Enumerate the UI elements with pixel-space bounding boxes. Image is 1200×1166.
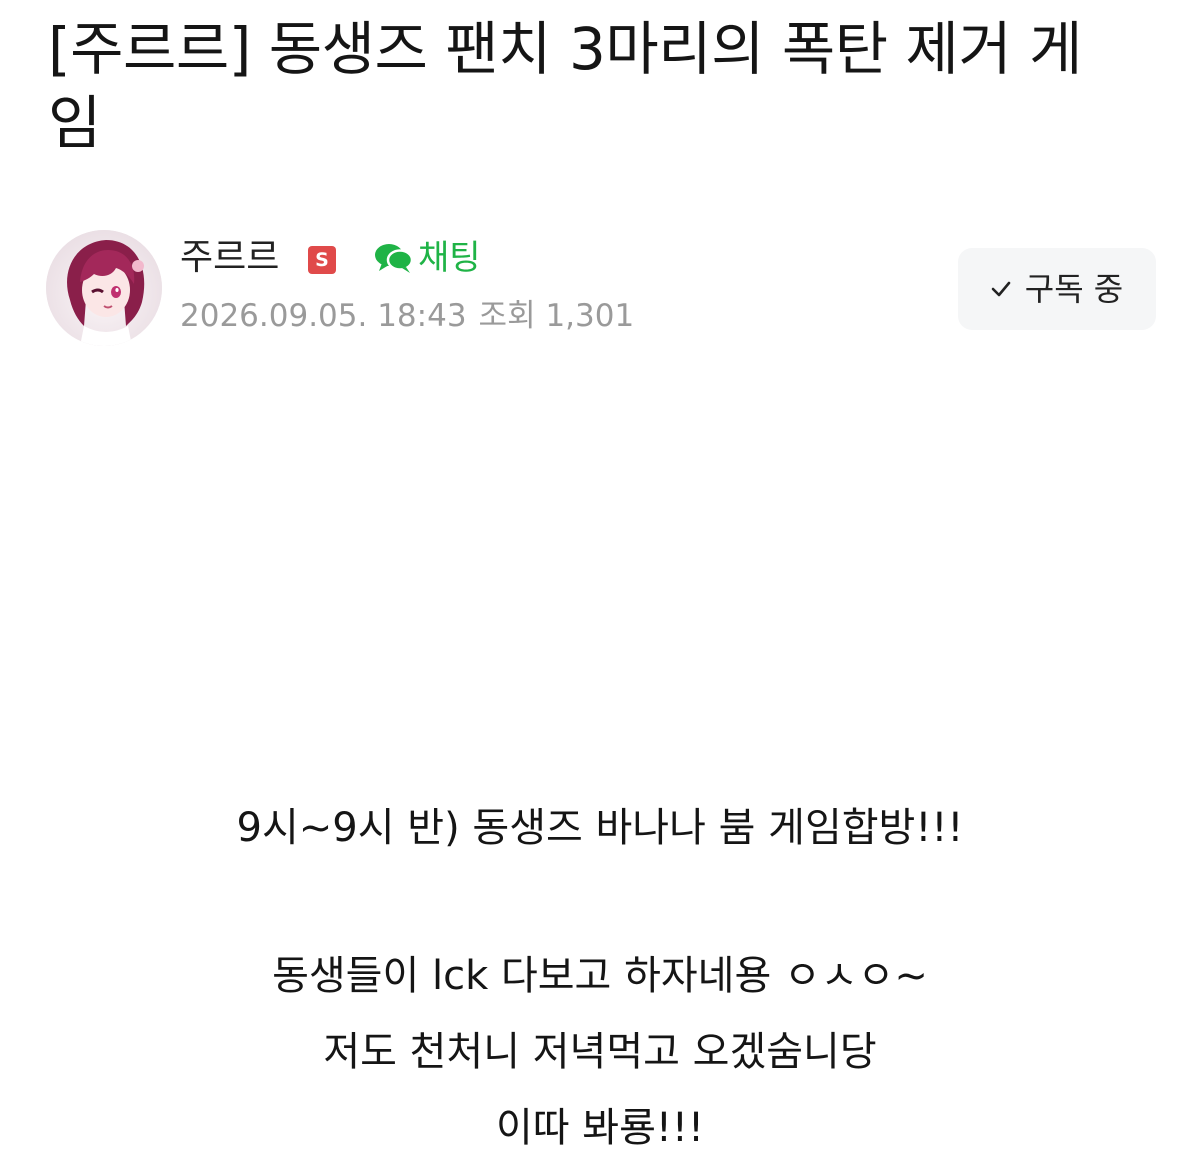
content-line: 9시~9시 반) 동생즈 바나나 붐 게임합방!!! [236,805,964,851]
speech-bubble-icon [374,241,414,275]
author-info: 주르르 S 채팅 2026.09.05. 18:43 조회 1,301 구독 중 [46,230,1156,350]
streamer-badge: S [308,246,336,274]
avatar[interactable] [46,230,162,346]
chat-label: 채팅 [418,238,481,278]
view-count: 1,301 [545,298,635,334]
author-nickname[interactable]: 주르르 [180,236,279,280]
chat-button[interactable]: 채팅 [374,236,481,280]
post-title: [주르르] 동생즈 팬치 3마리의 폭탄 제거 게임 [48,15,1083,157]
views-label: 조회 [478,298,536,334]
post-content: 9시~9시 반) 동생즈 바나나 붐 게임합방!!! 동생들이 lck 다보고 … [0,790,1200,1166]
post-meta: 2026.09.05. 18:43 조회 1,301 [180,296,634,336]
subscribe-button[interactable]: 구독 중 [958,248,1156,330]
check-icon [991,281,1011,297]
content-line: 저도 천처니 저녁먹고 오겠숨니당 [323,1029,877,1075]
post-date: 2026.09.05. 18:43 [180,298,467,334]
subscribe-label: 구독 중 [1024,270,1124,308]
content-line: 동생들이 lck 다보고 하자네용 ㅇㅅㅇ~ [272,953,928,999]
content-line: 이따 봐룡!!! [495,1105,705,1151]
